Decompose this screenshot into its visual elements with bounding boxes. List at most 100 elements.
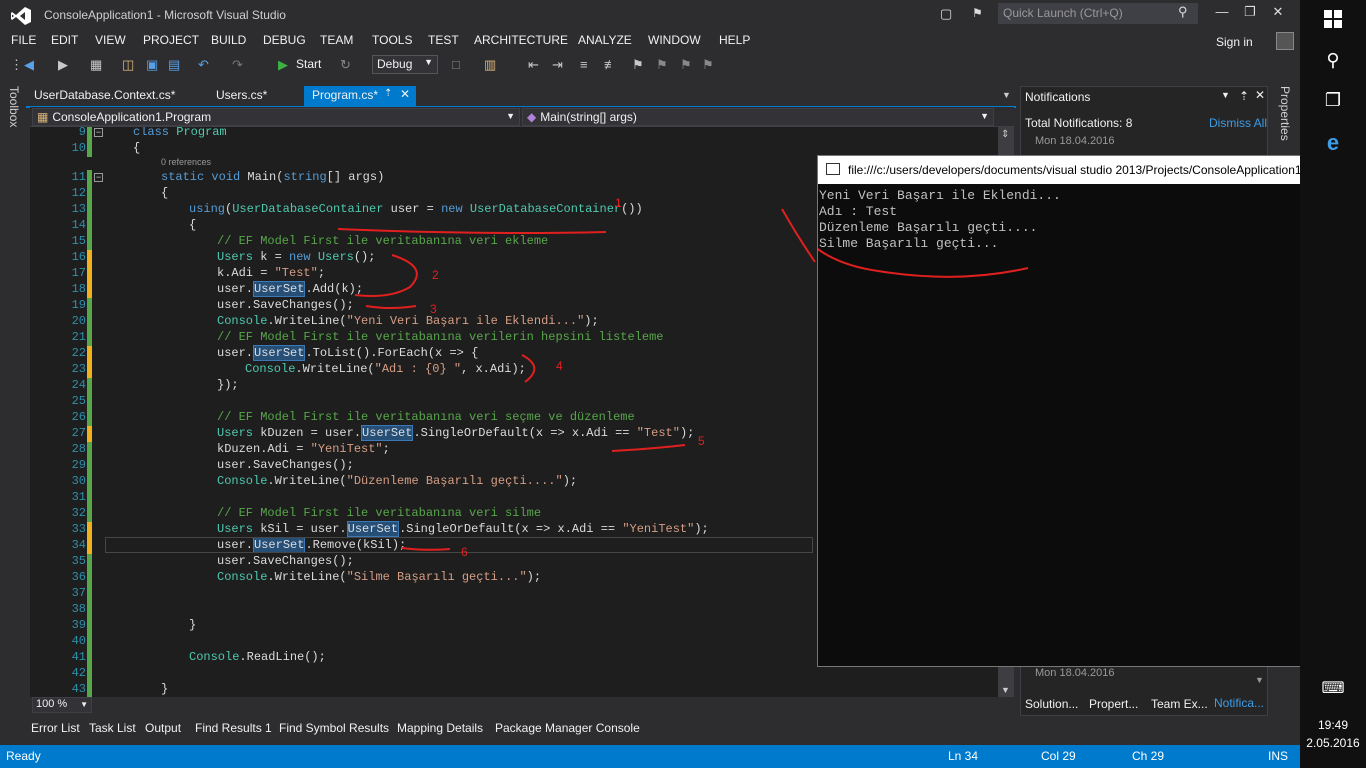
feedback-icon[interactable]: ▢ [940, 6, 952, 22]
zoom-value: 100 % [36, 698, 68, 710]
tab-task-list[interactable]: Task List [89, 721, 136, 735]
chevron-down-icon: ▼ [424, 57, 433, 67]
back-icon[interactable]: ◀ [24, 57, 34, 73]
tab-error-list[interactable]: Error List [31, 721, 80, 735]
open-folder-icon[interactable]: ◫ [122, 57, 134, 73]
solution-explorer-icon[interactable]: ▥ [484, 57, 496, 73]
visual-studio-logo-icon [11, 7, 31, 25]
uncomment-icon[interactable]: ≢ [604, 57, 617, 72]
properties-tab[interactable]: Properties [1278, 86, 1292, 141]
right-tab-team-explorer[interactable]: Team Ex... [1151, 697, 1208, 711]
menu-team[interactable]: TEAM [320, 33, 353, 47]
class-icon: ▦ [37, 110, 49, 124]
notification-date: Mon 18.04.2016 [1035, 135, 1115, 147]
windows-taskbar: ⚲ ❐ e ⌨ 19:49 2.05.2016 [1300, 0, 1366, 768]
menu-analyze[interactable]: ANALYZE [578, 33, 632, 47]
right-tab-solution[interactable]: Solution... [1025, 697, 1078, 711]
pin-icon[interactable]: ⇡ [1239, 89, 1249, 103]
toolbar-grip-icon: ⋮ [10, 57, 23, 72]
start-icon[interactable]: ▶ [278, 57, 288, 73]
flag-icon[interactable]: ⚑ [972, 6, 983, 20]
tab-output[interactable]: Output [145, 721, 181, 735]
menu-help[interactable]: HELP [719, 33, 750, 47]
tab-find-results[interactable]: Find Results 1 [195, 721, 272, 735]
tab-close-icon[interactable]: ✕ [400, 87, 410, 101]
bookmark-icon[interactable]: ⚑ [632, 57, 644, 73]
zoom-bar: 100 % ▼ [30, 697, 1014, 714]
menu-window[interactable]: WINDOW [648, 33, 701, 47]
refresh-icon[interactable]: ↻ [340, 57, 351, 73]
tool-window-tabs: Error List Task List Output Find Results… [0, 717, 1300, 745]
panel-menu-icon[interactable]: ▼ [1221, 90, 1230, 100]
indent-icon[interactable]: ⇤ [528, 57, 539, 73]
menu-build[interactable]: BUILD [211, 33, 246, 47]
navigation-bar: ▦ ConsoleApplication1.Program ▼ ◆ Main(str… [30, 107, 1014, 127]
chevron-down-icon: ▼ [980, 111, 989, 121]
console-window[interactable]: file:///c:/users/developers/documents/vi… [817, 155, 1366, 667]
tab-overflow-icon[interactable]: ▼ [1002, 90, 1011, 100]
menu-bar: FILE EDIT VIEW PROJECT BUILD DEBUG TEAM … [0, 30, 1300, 52]
toolbox-tab[interactable]: Toolbox [7, 86, 21, 127]
class-path-text: ConsoleApplication1.Program [52, 110, 212, 124]
status-column: Col 29 [1041, 749, 1076, 763]
comment-icon[interactable]: ≡ [580, 57, 588, 72]
pin-icon[interactable]: ⇡ [384, 88, 392, 99]
tab-label: Users.cs* [216, 88, 268, 102]
menu-debug[interactable]: DEBUG [263, 33, 306, 47]
console-annotation-overlay [818, 247, 1029, 278]
find-in-files-icon[interactable]: □ [452, 57, 460, 72]
search-icon[interactable]: ⚲ [1300, 50, 1366, 71]
redo-icon[interactable]: ↷ [232, 57, 243, 73]
new-project-icon[interactable]: ▦ [90, 57, 102, 73]
tab-mapping-details[interactable]: Mapping Details [397, 721, 483, 735]
status-insert-mode: INS [1268, 749, 1289, 763]
tab-userdatabase-context[interactable]: UserDatabase.Context.cs* [26, 86, 176, 106]
edge-browser-icon[interactable]: e [1300, 130, 1366, 156]
bookmark-next-icon[interactable]: ⚑ [680, 57, 692, 73]
right-tab-notifications[interactable]: Notifica... [1214, 696, 1264, 710]
user-avatar-icon[interactable] [1276, 32, 1294, 50]
menu-view[interactable]: VIEW [95, 33, 126, 47]
restore-icon[interactable]: ❐ [1240, 4, 1260, 20]
status-ready: Ready [6, 749, 41, 763]
forward-icon[interactable]: ▶ [58, 57, 68, 73]
right-tab-properties[interactable]: Propert... [1089, 697, 1138, 711]
tab-find-symbol-results[interactable]: Find Symbol Results [279, 721, 389, 735]
menu-test[interactable]: TEST [428, 33, 459, 47]
tab-label: UserDatabase.Context.cs* [34, 88, 176, 102]
close-icon[interactable]: ✕ [1255, 88, 1265, 102]
tab-users[interactable]: Users.cs* [208, 86, 298, 106]
chevron-down-icon: ▼ [80, 700, 88, 709]
keyboard-icon[interactable]: ⌨ [1300, 678, 1366, 698]
solution-configuration-select[interactable]: Debug ▼ [372, 55, 438, 74]
menu-project[interactable]: PROJECT [143, 33, 199, 47]
menu-tools[interactable]: TOOLS [372, 33, 412, 47]
scroll-down-icon[interactable]: ▼ [1001, 685, 1010, 695]
search-icon[interactable]: ⚲ [1178, 4, 1188, 20]
close-icon[interactable]: ✕ [1268, 4, 1288, 20]
save-all-icon[interactable]: ▤ [168, 57, 180, 73]
menu-file[interactable]: FILE [11, 33, 36, 47]
sign-in-link[interactable]: Sign in [1216, 35, 1253, 49]
class-dropdown[interactable]: ▦ ConsoleApplication1.Program ▼ [32, 108, 520, 126]
split-icon[interactable]: ⇕ [1001, 129, 1009, 140]
save-icon[interactable]: ▣ [146, 57, 158, 73]
scroll-down-icon[interactable]: ▼ [1255, 675, 1264, 685]
task-view-icon[interactable]: ❐ [1300, 90, 1366, 111]
quick-launch-input[interactable]: Quick Launch (Ctrl+Q) [998, 3, 1198, 24]
minimize-icon[interactable]: — [1212, 4, 1232, 19]
menu-edit[interactable]: EDIT [51, 33, 78, 47]
windows-start-icon[interactable] [1300, 10, 1366, 33]
bookmark-prev-icon[interactable]: ⚑ [656, 57, 668, 73]
tab-package-manager-console[interactable]: Package Manager Console [495, 721, 640, 735]
undo-icon[interactable]: ↶ [198, 57, 209, 73]
start-button[interactable]: Start [296, 57, 321, 71]
bookmark-clear-icon[interactable]: ⚑ [702, 57, 714, 73]
menu-architecture[interactable]: ARCHITECTURE [474, 33, 568, 47]
outdent-icon[interactable]: ⇥ [552, 57, 563, 73]
member-dropdown[interactable]: ◆ Main(string[] args) ▼ [522, 108, 994, 126]
toolbox-strip: Toolbox [0, 80, 26, 716]
zoom-select[interactable]: 100 % ▼ [32, 697, 92, 713]
tab-program[interactable]: Program.cs* ⇡ ✕ [304, 86, 416, 106]
dismiss-all-link[interactable]: Dismiss All [1209, 116, 1267, 130]
